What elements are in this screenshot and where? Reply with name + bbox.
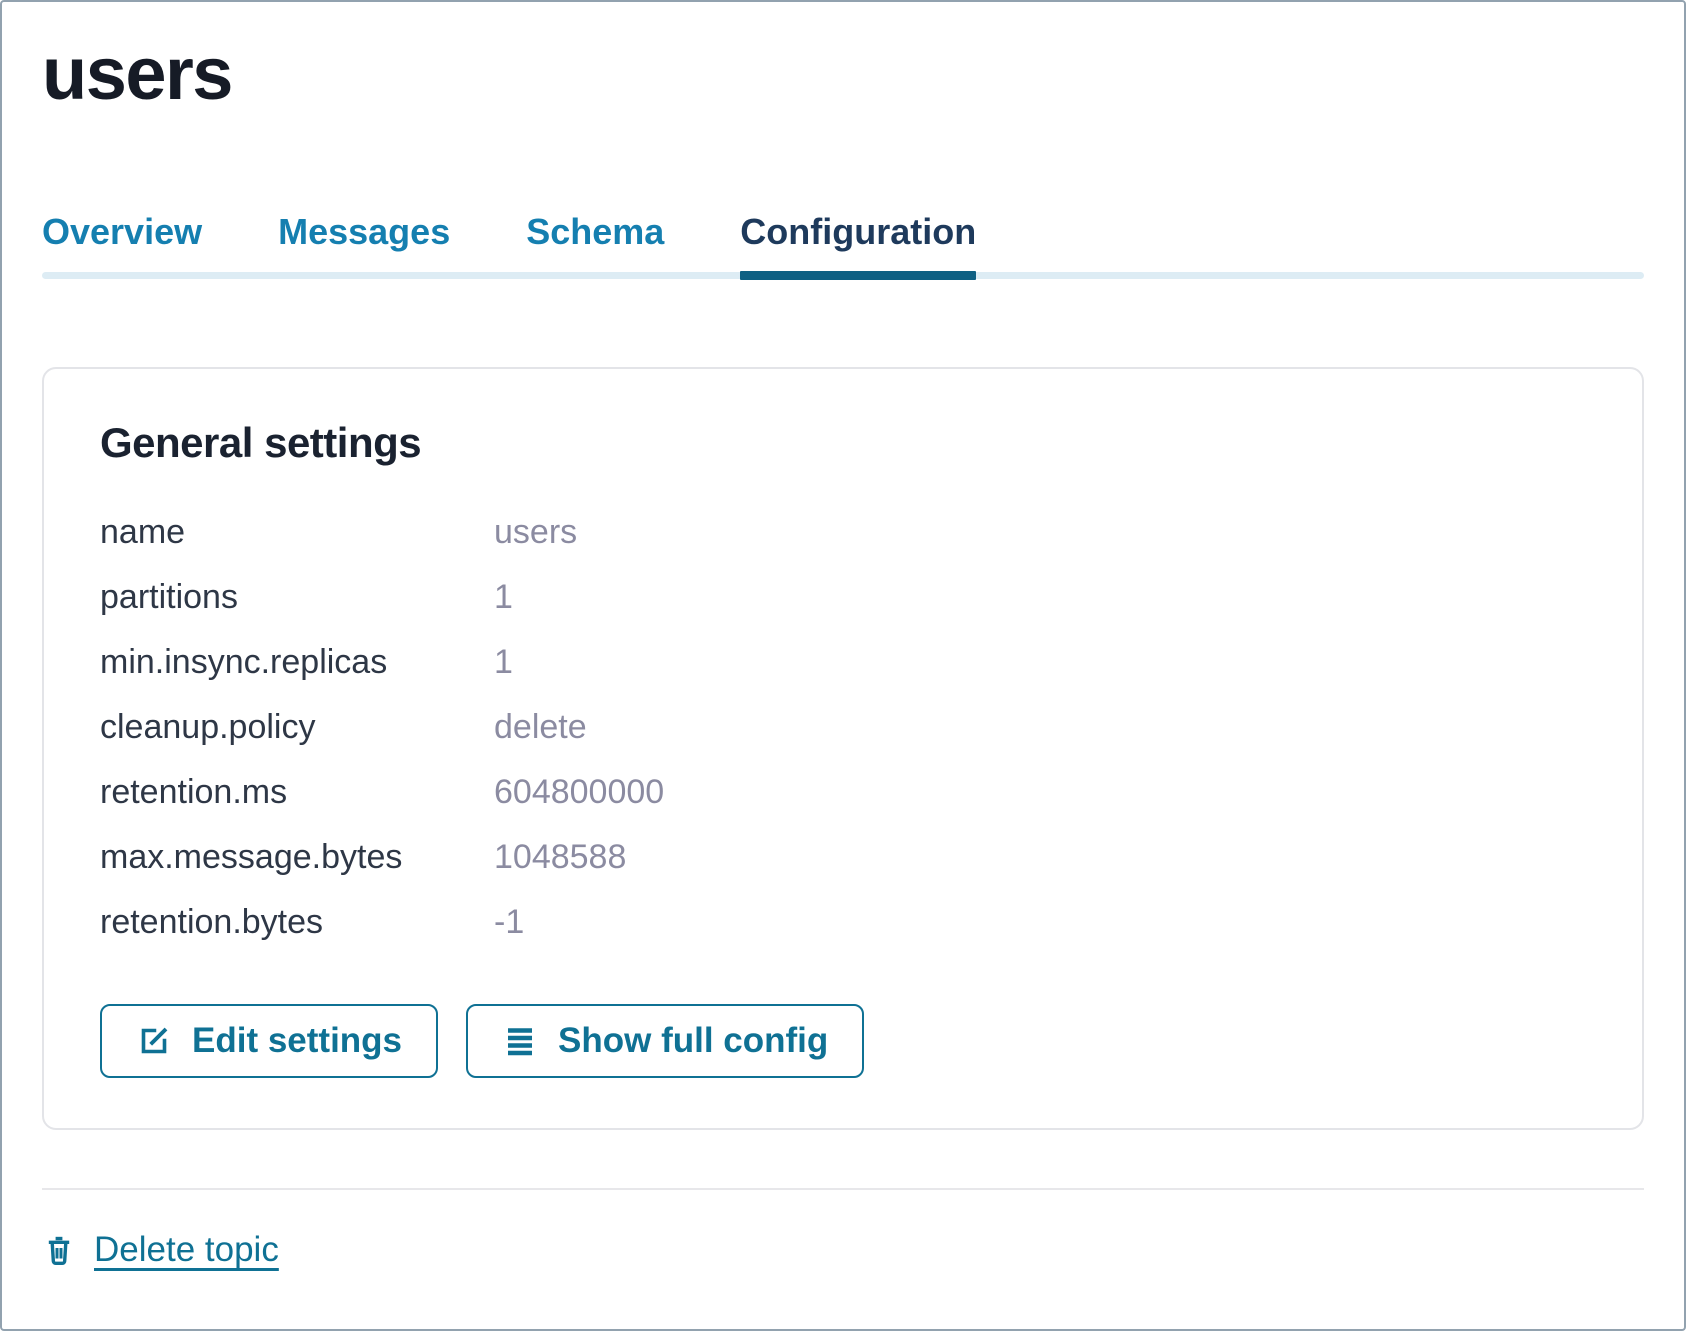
setting-value: 604800000 [494, 773, 1586, 812]
setting-value: 1048588 [494, 838, 1586, 877]
tab-list: Overview Messages Schema Configuration [42, 211, 1644, 279]
setting-value: users [494, 513, 1586, 552]
show-full-config-button[interactable]: Show full config [466, 1004, 864, 1078]
show-full-config-label: Show full config [558, 1021, 828, 1061]
edit-settings-label: Edit settings [192, 1021, 402, 1061]
setting-key: partitions [100, 578, 494, 617]
tab-overview[interactable]: Overview [42, 211, 202, 279]
edit-settings-button[interactable]: Edit settings [100, 1004, 438, 1078]
delete-topic-label: Delete topic [94, 1230, 279, 1270]
settings-list: name users partitions 1 min.insync.repli… [100, 513, 1586, 943]
setting-key: cleanup.policy [100, 708, 494, 747]
trash-icon [42, 1233, 76, 1267]
page-title: users [42, 28, 1644, 121]
setting-key: min.insync.replicas [100, 643, 494, 682]
general-settings-heading: General settings [100, 419, 1586, 467]
setting-value: 1 [494, 643, 1586, 682]
setting-value: delete [494, 708, 1586, 747]
setting-key: retention.bytes [100, 903, 494, 942]
delete-topic-link[interactable]: Delete topic [42, 1230, 279, 1270]
tab-messages[interactable]: Messages [278, 211, 450, 279]
section-divider [42, 1188, 1644, 1190]
setting-key: name [100, 513, 494, 552]
setting-value: 1 [494, 578, 1586, 617]
general-settings-card: General settings name users partitions 1… [42, 367, 1644, 1131]
tab-configuration[interactable]: Configuration [740, 211, 976, 279]
setting-key: max.message.bytes [100, 838, 494, 877]
edit-icon [136, 1023, 172, 1059]
topic-detail-page: users Overview Messages Schema Configura… [0, 0, 1686, 1331]
setting-value: -1 [494, 903, 1586, 942]
list-rows-icon [502, 1023, 538, 1059]
tab-bar: Overview Messages Schema Configuration [42, 211, 1644, 279]
settings-actions: Edit settings Show full config [100, 1004, 1586, 1078]
setting-key: retention.ms [100, 773, 494, 812]
tab-schema[interactable]: Schema [526, 211, 664, 279]
